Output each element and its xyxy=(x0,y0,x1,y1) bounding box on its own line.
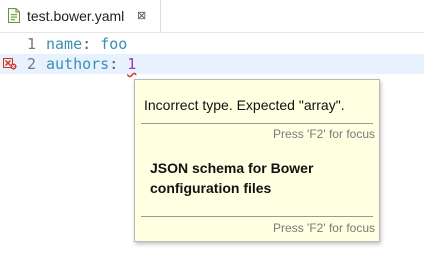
error-marker-icon[interactable] xyxy=(3,58,17,70)
line-number: 2 xyxy=(26,55,36,73)
yaml-colon: : xyxy=(82,35,92,53)
tab-title: test.bower.yaml xyxy=(27,8,125,24)
code-line-current: 2 authors: 1 xyxy=(0,54,424,74)
code-content: authors: 1 xyxy=(46,55,136,73)
focus-hint: Press 'F2' for focus xyxy=(273,221,375,235)
focus-hint: Press 'F2' for focus xyxy=(273,127,375,141)
tab-test-bower-yaml[interactable]: test.bower.yaml ⊠ xyxy=(0,0,161,32)
yaml-colon: : xyxy=(109,55,119,73)
divider xyxy=(141,123,373,124)
hover-tooltip[interactable]: Incorrect type. Expected "array". Press … xyxy=(134,79,380,242)
divider xyxy=(141,216,373,217)
code-line: 1 name: foo xyxy=(0,34,424,54)
yaml-value: foo xyxy=(100,35,128,53)
yaml-key: authors xyxy=(46,55,110,73)
close-icon[interactable]: ⊠ xyxy=(137,10,146,22)
line-number: 1 xyxy=(26,35,36,53)
yaml-file-icon xyxy=(8,8,20,23)
yaml-key: name xyxy=(46,35,83,53)
editor-tab-bar: test.bower.yaml ⊠ xyxy=(0,0,424,33)
code-content: name: foo xyxy=(46,35,127,53)
yaml-value-error[interactable]: 1 xyxy=(127,55,136,73)
error-message: Incorrect type. Expected "array". xyxy=(144,97,345,113)
schema-title: JSON schema for Bower configuration file… xyxy=(150,160,314,196)
